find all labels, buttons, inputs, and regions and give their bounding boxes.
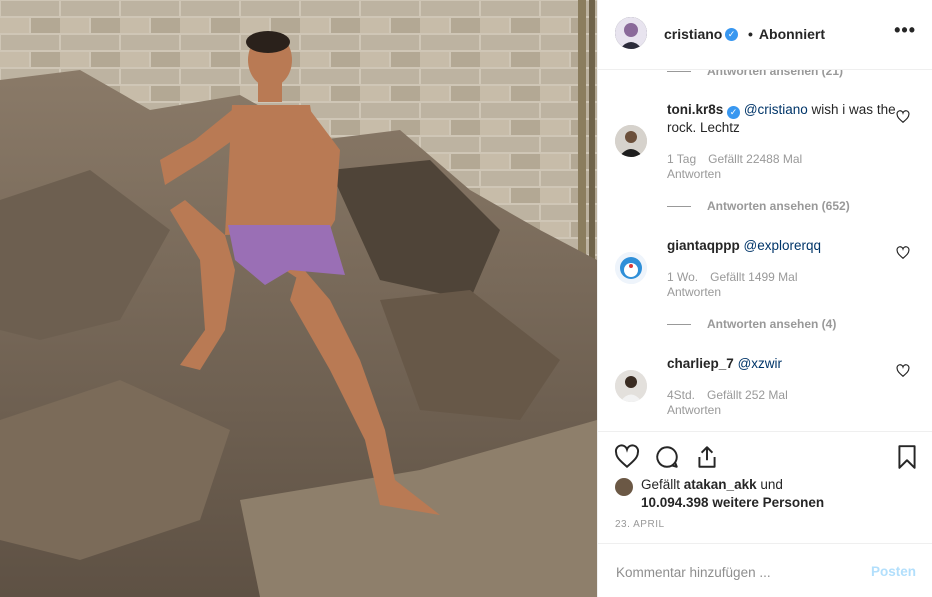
comment-mention[interactable]: @explorerqq [744, 238, 822, 253]
comment-text: giantaqppp @explorerqq [667, 237, 897, 255]
commenter-avatar[interactable] [615, 252, 647, 284]
comment-mention[interactable]: @xzwir [738, 356, 782, 371]
reply-button[interactable]: Antworten [667, 285, 721, 299]
verified-badge-icon: ✓ [725, 28, 738, 41]
like-comment-heart-icon[interactable] [896, 246, 910, 260]
comment-meta: 1 Tag Gefällt 22488 Mal Antworten [667, 152, 814, 182]
comments-list[interactable]: Antworten ansehen (21) toni.kr8s ✓ @cris… [598, 70, 932, 431]
add-comment-bar: Posten [598, 543, 932, 597]
author-avatar[interactable] [615, 17, 647, 49]
post-date[interactable]: 23. APRIL [615, 519, 665, 530]
comment-time[interactable]: 1 Wo. [667, 270, 698, 284]
post-header: cristiano ✓ • Abonniert ••• [598, 0, 932, 70]
verified-badge-icon: ✓ [727, 106, 741, 119]
likes-line-1: Gefällt atakan_akk und [641, 476, 783, 494]
comment-username[interactable]: giantaqppp [667, 238, 740, 253]
likes-and: und [756, 477, 783, 492]
view-replies-button[interactable]: Antworten ansehen (4) [667, 317, 836, 331]
likes-others-count[interactable]: 10.094.398 weitere Personen [641, 494, 824, 512]
follow-status: • Abonniert [748, 26, 826, 42]
post-sidebar: cristiano ✓ • Abonniert ••• Antworten ans… [597, 0, 932, 597]
comment-time[interactable]: 4Std. [667, 388, 695, 402]
comment-likes[interactable]: Gefällt 252 Mal [707, 388, 788, 402]
like-comment-heart-icon[interactable] [896, 110, 910, 124]
commenter-avatar[interactable] [615, 125, 647, 157]
liker-username[interactable]: atakan_akk [684, 477, 757, 492]
commenter-avatar[interactable] [615, 370, 647, 402]
share-upload-icon[interactable] [694, 444, 720, 470]
comment-mention[interactable]: @cristiano [744, 102, 808, 117]
view-replies-button[interactable]: Antworten ansehen (21) [667, 70, 843, 78]
comment-time[interactable]: 1 Tag [667, 152, 696, 166]
comment-text: charliep_7 @xzwir [667, 355, 897, 373]
more-options-icon[interactable]: ••• [894, 20, 916, 41]
author-username[interactable]: cristiano [664, 26, 722, 42]
comment-meta: 1 Wo. Gefällt 1499 Mal Antworten [667, 270, 810, 300]
reply-button[interactable]: Antworten [667, 167, 721, 181]
comment-username[interactable]: toni.kr8s [667, 102, 723, 117]
reply-button[interactable]: Antworten [667, 403, 721, 417]
comment-likes[interactable]: Gefällt 22488 Mal [708, 152, 802, 166]
like-comment-heart-icon[interactable] [896, 364, 910, 378]
photo-illustration [0, 0, 597, 597]
follow-status-label[interactable]: Abonniert [759, 26, 825, 42]
comment-bubble-icon[interactable] [654, 444, 680, 470]
comment-username[interactable]: charliep_7 [667, 356, 734, 371]
comment-meta: 4Std. Gefällt 252 Mal Antworten [667, 388, 800, 418]
view-replies-button[interactable]: Antworten ansehen (652) [667, 199, 850, 213]
post-comment-button[interactable]: Posten [871, 564, 916, 579]
comment-text: toni.kr8s ✓ @cristiano wish i was the ro… [667, 101, 897, 137]
post-photo[interactable] [0, 0, 597, 597]
comment-input[interactable] [614, 560, 848, 584]
liker-avatar[interactable] [615, 478, 633, 496]
like-heart-icon[interactable] [614, 444, 640, 470]
bookmark-icon[interactable] [894, 444, 920, 470]
comment-likes[interactable]: Gefällt 1499 Mal [710, 270, 797, 284]
post-actions [598, 431, 932, 482]
likes-prefix: Gefällt [641, 477, 684, 492]
